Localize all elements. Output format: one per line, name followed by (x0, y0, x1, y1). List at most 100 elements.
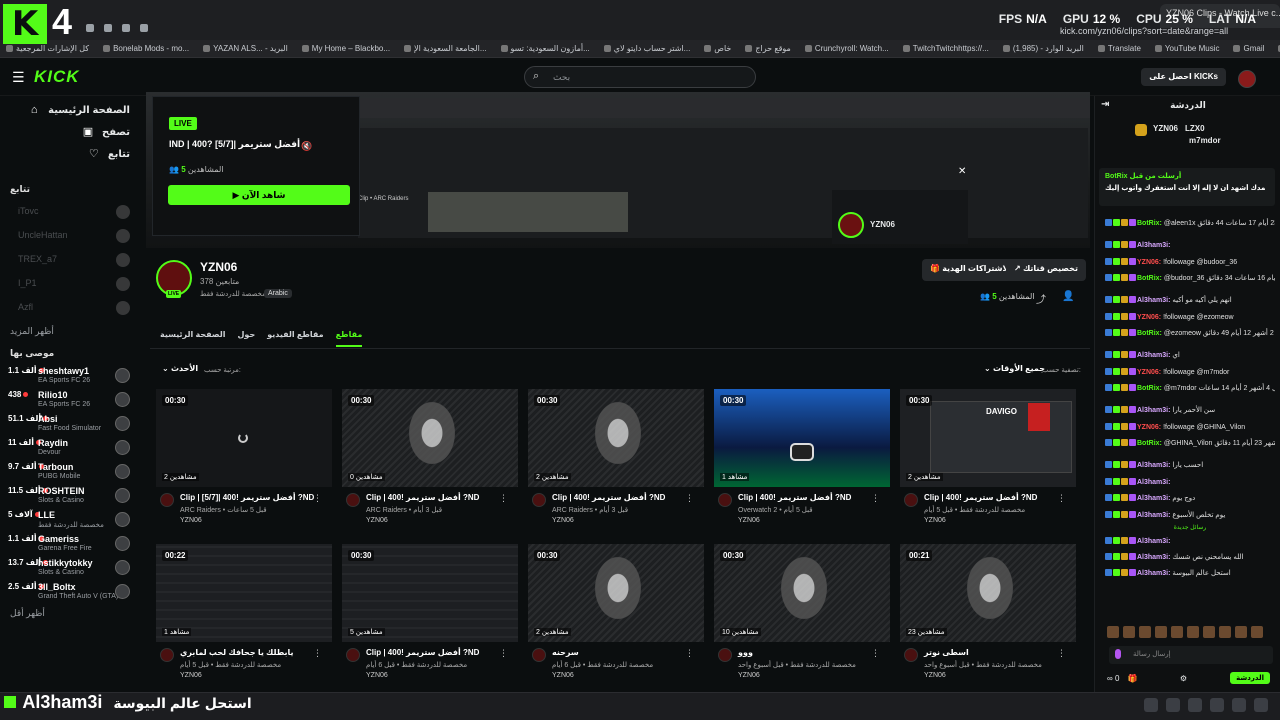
more-options-icon[interactable]: ⋮ (313, 493, 322, 504)
clip-card[interactable]: DAVIGO 00:30 2 مشاهدين Clip | أفضل ستريمر !… (900, 389, 1076, 531)
tab-clips[interactable]: مقاطع (335, 330, 363, 347)
language-badge[interactable]: Arabic (264, 289, 292, 298)
customize-channel-button[interactable]: ↗ تخصيص قناتك (1006, 259, 1086, 281)
gifter-name[interactable]: m7mdor (1189, 136, 1221, 145)
bookmark-item[interactable]: Translate (1098, 44, 1141, 53)
tab-videos[interactable]: مقاطع الفيديو (267, 330, 323, 347)
more-options-icon[interactable]: ⋮ (685, 493, 694, 504)
pinned-message[interactable]: BotRix أرسلت من قبل سبحانك اللهم وبحمدك … (1099, 168, 1275, 206)
clip-title[interactable]: Clip | [5/7]| أفضل ستريمر !400 ?ND (180, 493, 314, 502)
clip-title[interactable]: Clip | أفضل ستريمر !400 ?ND (552, 493, 665, 502)
gifter-name[interactable]: LZX0 (1185, 124, 1205, 133)
recommended-item[interactable]: 13.7 ألف hstikkytokky Slots & Casino (8, 558, 136, 580)
clip-card[interactable]: 00:30 2 مشاهدين سرحنه مخصصة للدردشة فقط • ق… (528, 544, 704, 686)
recommended-item[interactable]: 1.1 ألف Gameriss Garena Free Fire (8, 534, 136, 556)
bookmark-item[interactable]: خاص (704, 44, 731, 53)
avatar[interactable] (346, 493, 360, 507)
avatar[interactable] (160, 493, 174, 507)
chat-username[interactable]: YZN06: (1137, 259, 1161, 266)
following-item[interactable]: TREX_a7 (18, 253, 134, 268)
clip-title[interactable]: Clip | أفضل ستريمر !400 ?ND (366, 493, 479, 502)
bookmark-item[interactable]: اشتر حساب دايتو لاي... (604, 44, 691, 53)
more-options-icon[interactable]: ⋮ (1057, 648, 1066, 659)
chat-username[interactable]: Al3ham3i: (1137, 297, 1170, 304)
follow-icon[interactable]: 👤 (1062, 291, 1074, 302)
bookmark-item[interactable]: Bonelab Mods - mo... (103, 44, 189, 53)
chat-username[interactable]: BotRix: (1137, 275, 1162, 282)
emote-icon[interactable] (1107, 626, 1119, 638)
show-less-link[interactable]: أظهر أقل (10, 608, 45, 619)
chat-username[interactable]: Al3ham3i: (1137, 479, 1170, 486)
tray-icon[interactable] (1188, 698, 1202, 712)
emote-icon[interactable] (1187, 626, 1199, 638)
emote-icon[interactable] (1123, 626, 1135, 638)
following-item[interactable]: iTovc (18, 205, 134, 220)
bookmark-item[interactable]: My Home – Blackbo... (302, 44, 390, 53)
show-more-link[interactable]: أظهر المزيد (10, 326, 54, 337)
recommended-item[interactable]: 51.1 ألف Absi Fast Food Simulator (8, 414, 136, 436)
chat-username[interactable]: Al3ham3i: (1137, 570, 1170, 577)
bookmark-item[interactable]: Crunchyroll: Watch... (805, 44, 889, 53)
emote-icon[interactable] (1171, 626, 1183, 638)
clip-title[interactable]: Clip | أفضل ستريمر !400 ?ND (924, 493, 1037, 502)
chat-username[interactable]: Al3ham3i: (1137, 462, 1170, 469)
tab-icon[interactable] (122, 24, 130, 32)
recommended-item[interactable]: 9.7 ألف Tarboun PUBG Mobile (8, 462, 136, 484)
bookmark-item[interactable]: YouTube Music (1155, 44, 1220, 53)
get-kicks-button[interactable]: احصل على KICKs (1141, 68, 1226, 86)
clip-channel[interactable]: YZN06 (924, 517, 946, 524)
sort-dropdown[interactable]: ⌄ الأحدث (162, 364, 198, 373)
gift-icon[interactable]: 🎁 (1128, 674, 1138, 683)
chat-username[interactable]: YZN06: (1137, 314, 1161, 321)
bookmark-item[interactable]: كل الإشارات المرجعية (6, 44, 89, 53)
chat-username[interactable]: Al3ham3i: (1137, 242, 1170, 249)
bookmark-item[interactable]: أمازون السعودية: تسو... (501, 44, 590, 53)
clip-card[interactable]: 00:30 2 مشاهدين Clip | أفضل ستريمر !400 ?N… (528, 389, 704, 531)
clip-title[interactable]: اسطى نوتر (924, 648, 969, 657)
address-bar[interactable]: kick.com/yzn06/clips?sort=date&range=all (1060, 26, 1228, 36)
tray-icon[interactable] (1254, 698, 1268, 712)
bookmark-item[interactable]: YAZAN ALS... - البريد (203, 44, 288, 53)
sidebar-item-browse[interactable]: ▣ تصفح (10, 126, 130, 138)
clip-card[interactable]: 00:30 10 مشاهدين ووو مخصصة للدردشة فقط • قب… (714, 544, 890, 686)
bookmark-item[interactable]: Gmail (1233, 44, 1264, 53)
more-options-icon[interactable]: ⋮ (685, 648, 694, 659)
bookmark-item[interactable]: TwitchTwitchhttps://... (903, 44, 989, 53)
tray-icon[interactable] (1232, 698, 1246, 712)
tab-icon[interactable] (86, 24, 94, 32)
tray-icon[interactable] (1144, 698, 1158, 712)
emote-icon[interactable] (1235, 626, 1247, 638)
clip-channel[interactable]: YZN06 (180, 517, 202, 524)
clip-card[interactable]: 00:30 1 مشاهد Clip | أفضل ستريمر !400 ?ND O… (714, 389, 890, 531)
more-options-icon[interactable]: ⋮ (871, 493, 880, 504)
chat-username[interactable]: Al3ham3i: (1137, 538, 1170, 545)
tray-icon[interactable] (1166, 698, 1180, 712)
user-avatar[interactable] (1238, 70, 1256, 88)
search-input[interactable]: ⌕ بحث (524, 66, 756, 88)
clip-channel[interactable]: YZN06 (552, 672, 574, 679)
more-options-icon[interactable]: ⋮ (499, 493, 508, 504)
mic-icon[interactable] (1115, 649, 1121, 659)
following-item[interactable]: Azfl (18, 301, 134, 316)
watch-now-button[interactable]: ▶ شاهد الآن (168, 185, 350, 205)
avatar[interactable] (160, 648, 174, 662)
recommended-item[interactable]: 438 Rilio10 EA Sports FC 26 (8, 390, 136, 412)
emote-icon[interactable] (1155, 626, 1167, 638)
sidebar-item-following[interactable]: ♡ تتابع (10, 148, 130, 160)
chat-username[interactable]: Al3ham3i: (1137, 512, 1170, 519)
clip-title[interactable]: يابطلك يا جحافك لحب لمابري (180, 648, 294, 657)
bookmark-item[interactable]: (1,985) - البريد الوارد (1003, 44, 1084, 53)
tray-icon[interactable] (1210, 698, 1224, 712)
bookmark-item[interactable]: موقع حراج (745, 44, 790, 53)
avatar[interactable] (904, 493, 918, 507)
clip-channel[interactable]: YZN06 (552, 517, 574, 524)
share-icon[interactable]: ⤴ (1036, 291, 1046, 306)
bookmark-item[interactable]: الجامعة السعودية الإ... (404, 44, 486, 53)
mute-icon[interactable]: 🔇 (301, 141, 312, 152)
emote-icon[interactable] (1219, 626, 1231, 638)
chat-username[interactable]: Al3ham3i: (1137, 352, 1170, 359)
emote-icon[interactable] (1203, 626, 1215, 638)
chat-username[interactable]: Al3ham3i: (1137, 495, 1170, 502)
channel-category[interactable]: مخصصة للدردشة فقط (200, 290, 266, 298)
clip-card[interactable]: 00:30 0 مشاهدين Clip | أفضل ستريمر !400 ?N… (342, 389, 518, 531)
